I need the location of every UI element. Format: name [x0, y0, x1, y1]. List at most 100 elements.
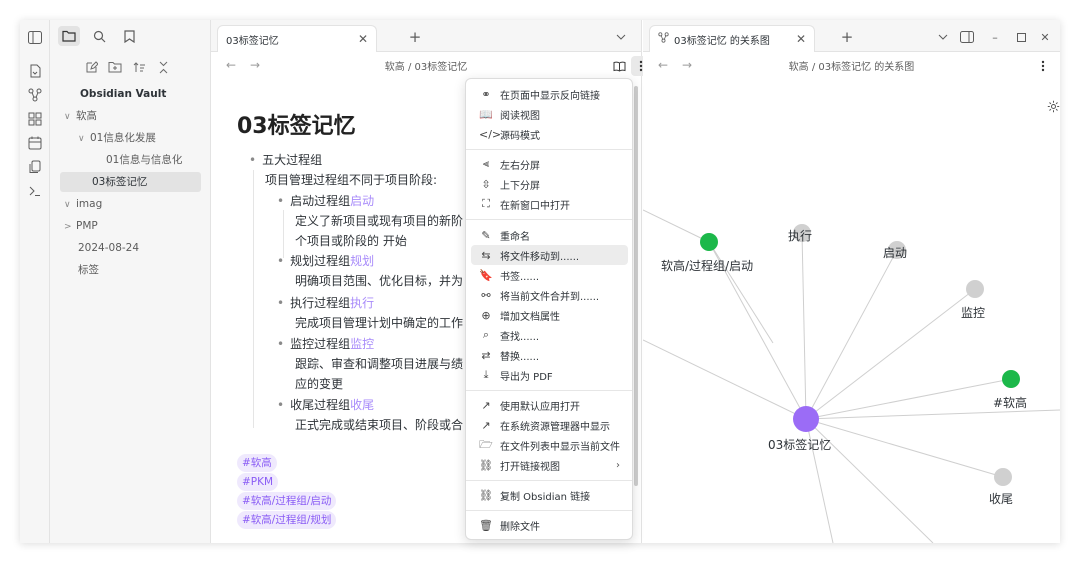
more-options-icon[interactable] [1033, 56, 1053, 76]
breadcrumb[interactable]: 软高 / 03标签记忆 [211, 58, 641, 73]
pages-icon[interactable] [26, 158, 44, 176]
graph-node-start-tag[interactable] [700, 233, 718, 251]
calendar-icon[interactable] [26, 134, 44, 152]
tree-folder-ruangao[interactable]: ∨ 软高 [64, 106, 204, 126]
tag-link[interactable]: 启动 [350, 194, 374, 208]
menu-item-rename[interactable]: ✎ 重命名 [471, 225, 628, 245]
new-tab-icon[interactable]: + [405, 27, 425, 47]
menu-item-source-mode[interactable]: </> 源码模式 [471, 124, 628, 144]
tag-link[interactable]: 执行 [350, 296, 374, 310]
tab-bar: 03标签记忆 的关系图 ✕ + – ✕ [643, 20, 1060, 52]
sort-icon[interactable] [130, 58, 148, 76]
right-sidebar-toggle-icon[interactable] [957, 27, 977, 47]
tag-link[interactable]: 规划 [350, 254, 374, 268]
new-note-icon[interactable] [82, 58, 100, 76]
tree-folder-informatization[interactable]: ∨ 01信息化发展 [78, 128, 204, 148]
menu-divider [466, 510, 632, 511]
menu-item-export-pdf[interactable]: ⤓ 导出为 PDF [471, 365, 628, 385]
vault-name[interactable]: Obsidian Vault [80, 88, 166, 100]
tag-pill[interactable]: #软高/过程组/启动 [237, 492, 337, 510]
tree-file-tag-memory[interactable]: 03标签记忆 [60, 172, 201, 192]
list-item[interactable]: • 执行过程组执行 [277, 294, 374, 311]
graph-icon [658, 32, 669, 46]
tab-graph[interactable]: 03标签记忆 的关系图 ✕ [649, 25, 815, 52]
menu-item-reveal-in-file-list[interactable]: 🗁 在文件列表中显示当前文件 [471, 435, 628, 455]
close-icon[interactable]: ✕ [796, 32, 806, 46]
menu-item-reading-view[interactable]: 📖 阅读视图 [471, 104, 628, 124]
menu-item-show-in-explorer[interactable]: ↗ 在系统资源管理器中显示 [471, 415, 628, 435]
tag-link[interactable]: 收尾 [350, 398, 374, 412]
external-link-icon: ↗ [481, 418, 491, 432]
list-item-text[interactable]: 完成项目管理计划中确定的工作 [295, 314, 463, 331]
list-item-text[interactable]: 明确项目范围、优化目标，并为 [295, 272, 463, 289]
ribbon [20, 20, 50, 543]
minimize-icon[interactable]: – [985, 27, 1005, 47]
menu-item-bookmark[interactable]: 🔖 书签...... [471, 265, 628, 285]
tree-file-tags[interactable]: 标签 [64, 260, 204, 280]
maximize-icon[interactable] [1011, 27, 1031, 47]
new-folder-icon[interactable] [106, 58, 124, 76]
menu-item-copy-obsidian-link[interactable]: ⛓ 复制 Obsidian 链接 [471, 485, 628, 505]
tag-pill[interactable]: #软高/过程组/规划 [237, 511, 337, 529]
files-tab-icon[interactable] [58, 26, 80, 46]
menu-item-open-new-window[interactable]: ⛶ 在新窗口中打开 [471, 194, 628, 214]
list-item-text[interactable]: 个项目或阶段的 开始 [295, 232, 407, 249]
merge-icon: ⚯ [481, 288, 491, 302]
graph-canvas[interactable] [643, 80, 1060, 543]
breadcrumb[interactable]: 软高 / 03标签记忆 的关系图 [643, 58, 1060, 73]
list-item-text[interactable]: 应的变更 [295, 375, 343, 392]
menu-item-add-property[interactable]: ⊕ 增加文档属性 [471, 305, 628, 325]
close-icon[interactable]: ✕ [358, 32, 368, 46]
chevron-down-icon: ∨ [64, 112, 71, 122]
terminal-icon[interactable] [26, 182, 44, 200]
collapse-all-icon[interactable] [154, 58, 172, 76]
list-item-text[interactable]: 跟踪、审查和调整项目进展与绩 [295, 355, 463, 372]
menu-item-find[interactable]: ⌕ 查找...... [471, 325, 628, 345]
quick-switcher-icon[interactable] [26, 62, 44, 80]
reading-view-icon[interactable] [609, 56, 629, 76]
list-item-text[interactable]: 项目管理过程组不同于项目阶段: [265, 171, 437, 188]
new-tab-icon[interactable]: + [837, 27, 857, 47]
note-title[interactable]: 03标签记忆 [237, 108, 356, 140]
list-item-text[interactable]: 正式完成或结束项目、阶段或合 [295, 416, 463, 433]
tree-file-info[interactable]: 01信息与信息化 [90, 150, 204, 170]
menu-item-split-right[interactable]: ⫷ 左右分屏 [471, 154, 628, 174]
search-icon[interactable] [88, 26, 110, 46]
menu-item-replace[interactable]: ⇄ 替换...... [471, 345, 628, 365]
tag-pill[interactable]: #PKM [237, 473, 279, 491]
tree-folder-pmp[interactable]: > PMP [64, 216, 204, 236]
canvas-icon[interactable] [26, 110, 44, 128]
tag-link[interactable]: 监控 [350, 337, 374, 351]
indent-guide [253, 170, 254, 428]
menu-item-open-default-app[interactable]: ↗ 使用默认应用打开 [471, 395, 628, 415]
view-header: ← → 软高 / 03标签记忆 [211, 54, 651, 78]
list-item[interactable]: • 监控过程组监控 [277, 335, 374, 352]
list-item[interactable]: • 启动过程组启动 [277, 192, 374, 209]
menu-item-move-file[interactable]: ⇆ 将文件移动到...... [471, 245, 628, 265]
graph-node-current[interactable] [793, 406, 819, 432]
menu-item-delete-file[interactable]: 🗑 删除文件 [471, 515, 628, 535]
list-item-text[interactable]: 定义了新项目或现有项目的新阶 [295, 212, 463, 229]
window-close-icon[interactable]: ✕ [1035, 27, 1055, 47]
graph-node-close[interactable] [994, 468, 1012, 486]
list-item[interactable]: • 规划过程组规划 [277, 252, 374, 269]
menu-item-split-down[interactable]: ⇳ 上下分屏 [471, 174, 628, 194]
tree-folder-imag[interactable]: ∨ imag [64, 194, 204, 214]
tab-note[interactable]: 03标签记忆 ✕ [217, 25, 377, 52]
tag-pill[interactable]: #软高 [237, 454, 277, 472]
menu-item-open-link-view[interactable]: ⛓ 打开链接视图 › [471, 455, 628, 475]
bookmark-icon[interactable] [118, 26, 140, 46]
menu-item-merge[interactable]: ⚯ 将当前文件合并到...... [471, 285, 628, 305]
chevron-down-icon[interactable] [611, 27, 631, 47]
graph-node-ruangao[interactable] [1002, 370, 1020, 388]
tree-file-date[interactable]: 2024-08-24 [64, 238, 204, 258]
list-item[interactable]: • 五大过程组 [249, 151, 322, 168]
sidebar-toggle-icon[interactable] [26, 28, 44, 46]
menu-item-show-backlinks[interactable]: ⚭ 在页面中显示反向链接 [471, 84, 628, 104]
list-item[interactable]: • 收尾过程组收尾 [277, 396, 374, 413]
replace-icon: ⇄ [481, 348, 491, 362]
chevron-down-icon[interactable] [933, 27, 953, 47]
graph-node-monitor[interactable] [966, 280, 984, 298]
graph-icon[interactable] [26, 86, 44, 104]
scrollbar[interactable] [634, 86, 638, 486]
